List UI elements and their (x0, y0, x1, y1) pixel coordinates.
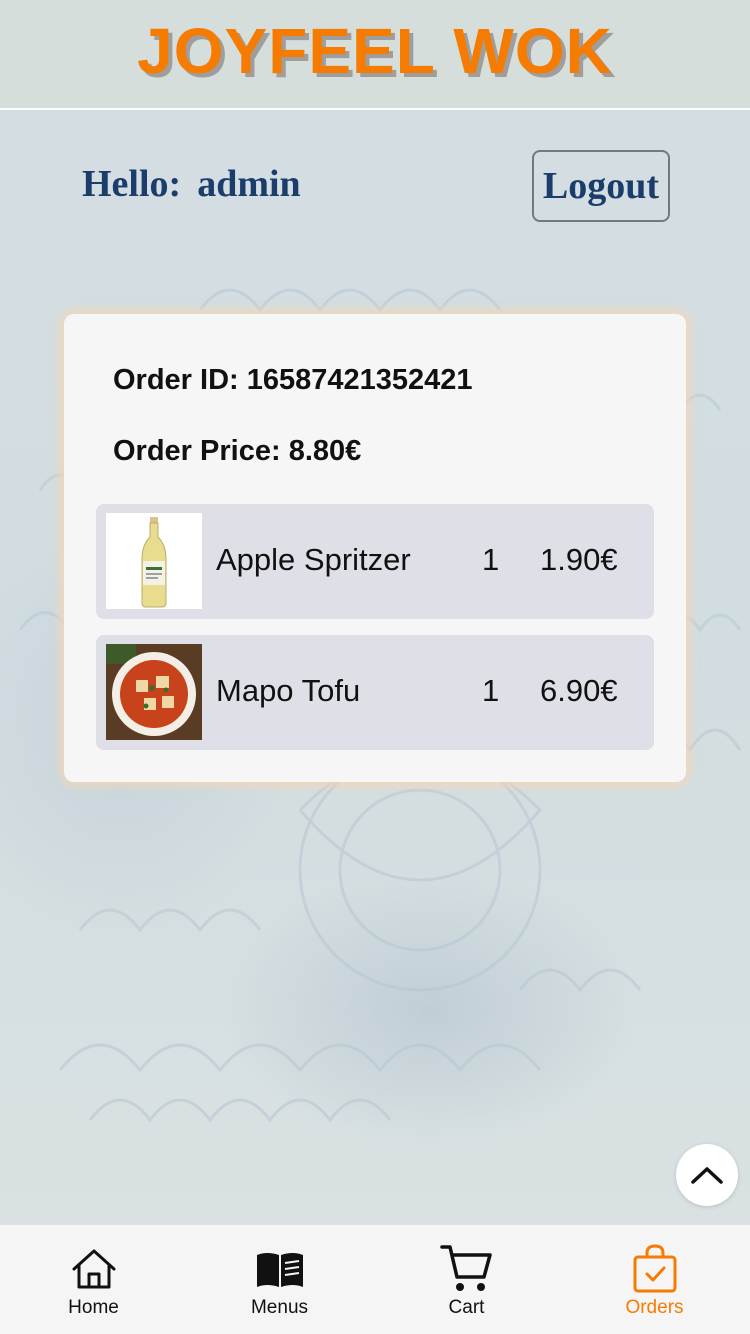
order-item: Apple Spritzer 1 1.90€ (96, 504, 654, 619)
scroll-to-top-button[interactable] (676, 1144, 738, 1206)
order-item: Mapo Tofu 1 6.90€ (96, 635, 654, 750)
shopping-bag-check-icon (633, 1244, 676, 1293)
mapo-tofu-image (106, 644, 202, 740)
tab-home[interactable]: Home (0, 1225, 187, 1334)
item-quantity: 1 (482, 673, 500, 708)
item-name: Apple Spritzer (216, 542, 411, 577)
tab-label: Orders (625, 1297, 684, 1318)
greeting-label: Hello: (82, 163, 182, 205)
bottom-tab-bar: Home Menus Cart Orders (0, 1224, 750, 1334)
tab-label: Cart (448, 1297, 485, 1318)
order-price: Order Price: 8.80€ (113, 435, 361, 468)
app-header: JOYFEEL WOK (0, 0, 750, 110)
order-id-label: Order ID: (113, 364, 239, 396)
item-name: Mapo Tofu (216, 673, 361, 708)
apple-spritzer-image (106, 513, 202, 609)
cart-icon (439, 1245, 492, 1291)
tab-cart[interactable]: Cart (373, 1225, 560, 1334)
tab-label: Menus (250, 1297, 309, 1318)
item-price: 6.90€ (540, 673, 618, 708)
order-price-value: 8.80€ (288, 435, 362, 467)
user-greeting: Hello: admin (82, 162, 301, 206)
brand-logo-text[interactable]: JOYFEEL WOK (137, 14, 613, 88)
tab-orders[interactable]: Orders (561, 1225, 748, 1334)
item-quantity: 1 (482, 542, 500, 577)
tab-label: Home (68, 1297, 119, 1318)
order-id: Order ID: 16587421352421 (113, 364, 473, 397)
logout-button[interactable]: Logout (532, 150, 670, 222)
home-icon (72, 1249, 115, 1289)
tab-menus[interactable]: Menus (186, 1225, 373, 1334)
greeting-username: admin (197, 163, 301, 205)
chevron-up-icon (691, 1167, 723, 1184)
order-price-label: Order Price: (113, 435, 281, 467)
book-icon (256, 1253, 303, 1287)
order-id-value: 16587421352421 (246, 364, 473, 396)
order-card: Order ID: 16587421352421 Order Price: 8.… (64, 314, 686, 782)
item-price: 1.90€ (540, 542, 618, 577)
